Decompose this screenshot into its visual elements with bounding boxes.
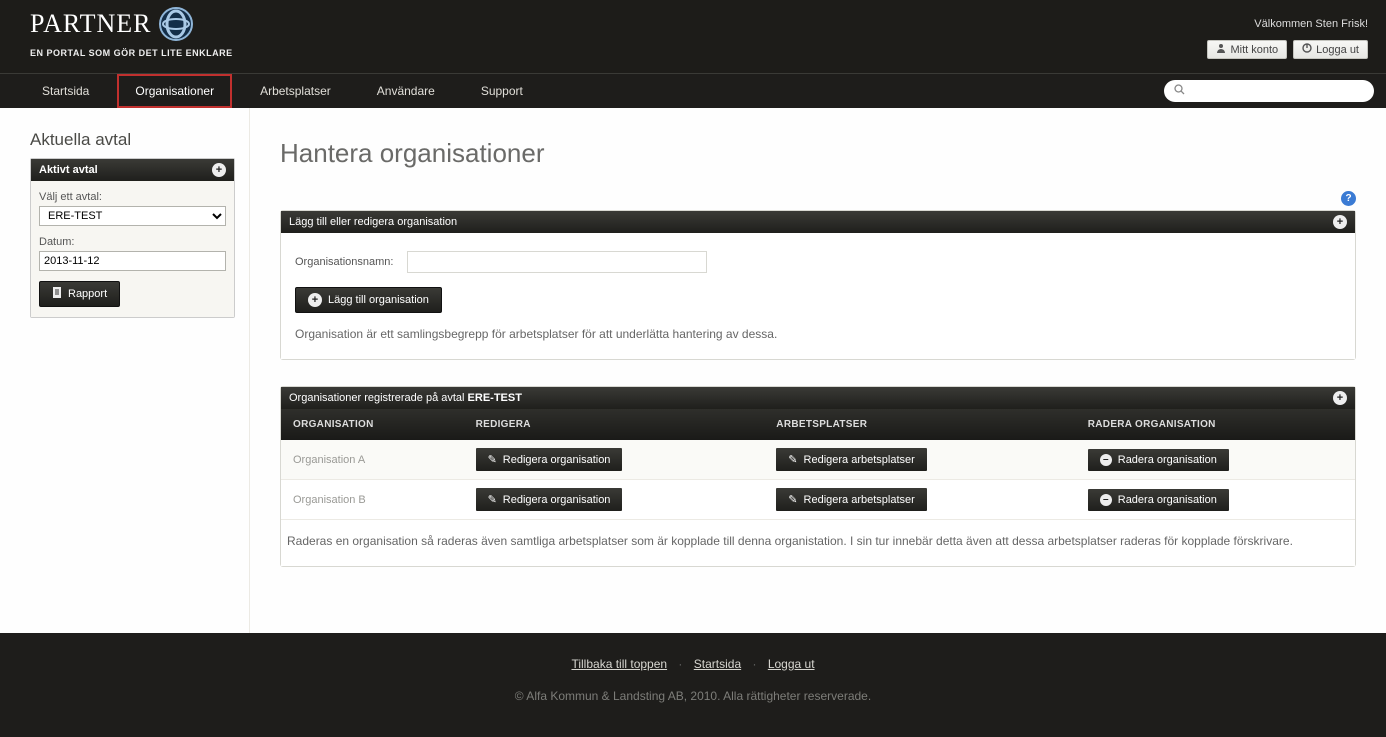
brand-subtitle: EN PORTAL SOM GÖR DET LITE ENKLARE xyxy=(30,48,233,58)
minus-icon: – xyxy=(1100,454,1112,466)
search-input[interactable] xyxy=(1191,85,1364,97)
report-button[interactable]: Rapport xyxy=(39,281,120,307)
page-title: Hantera organisationer xyxy=(280,138,1356,169)
minus-icon: – xyxy=(1100,494,1112,506)
logout-label: Logga ut xyxy=(1316,44,1359,56)
add-org-helper: Organisation är ett samlingsbegrepp för … xyxy=(295,327,1341,341)
nav-support[interactable]: Support xyxy=(463,74,541,108)
document-icon xyxy=(52,287,62,301)
brand-logo-icon xyxy=(158,6,194,42)
footer-backtotop[interactable]: Tillbaka till toppen xyxy=(571,657,667,671)
edit-workplaces-button[interactable]: ✎ Redigera arbetsplatser xyxy=(776,448,927,471)
add-org-panel: Lägg till eller redigera organisation + … xyxy=(280,210,1356,360)
welcome-text: Välkommen Sten Frisk! xyxy=(1254,18,1368,30)
app-header: PARTNER EN PORTAL SOM GÖR DET LITE ENKLA… xyxy=(0,0,1386,74)
nav-arbetsplatser[interactable]: Arbetsplatser xyxy=(242,74,349,108)
separator-dot: · xyxy=(678,657,682,671)
org-list-head-prefix: Organisationer registrerade på avtal xyxy=(289,392,468,404)
org-table: ORGANISATION REDIGERA ARBETSPLATSER RADE… xyxy=(281,409,1355,520)
delete-org-label: Radera organisation xyxy=(1118,494,1217,506)
edit-workplaces-button[interactable]: ✎ Redigera arbetsplatser xyxy=(776,488,927,511)
main-content: Hantera organisationer ? Lägg till eller… xyxy=(250,108,1386,633)
delete-org-label: Radera organisation xyxy=(1118,454,1217,466)
sidebar: Aktuella avtal Aktivt avtal + Välj ett a… xyxy=(0,108,250,633)
edit-workplaces-label: Redigera arbetsplatser xyxy=(804,454,915,466)
search-icon xyxy=(1174,84,1185,98)
my-account-button[interactable]: Mitt konto xyxy=(1207,40,1287,59)
footer-copyright: © Alfa Kommun & Landsting AB, 2010. Alla… xyxy=(0,689,1386,703)
edit-workplaces-label: Redigera arbetsplatser xyxy=(804,494,915,506)
add-org-label: Lägg till organisation xyxy=(328,294,429,306)
sidebar-title: Aktuella avtal xyxy=(30,130,235,150)
plus-icon[interactable]: + xyxy=(212,163,226,177)
power-icon xyxy=(1302,43,1312,56)
active-contract-panel: Aktivt avtal + Välj ett avtal: ERE-TEST … xyxy=(30,158,235,318)
plus-icon[interactable]: + xyxy=(1333,391,1347,405)
help-icon[interactable]: ? xyxy=(1341,191,1356,206)
org-list-head-contract: ERE-TEST xyxy=(468,392,522,404)
active-contract-head: Aktivt avtal xyxy=(39,164,98,176)
delete-org-button[interactable]: –Radera organisation xyxy=(1088,489,1229,511)
date-label: Datum: xyxy=(39,236,226,248)
delete-org-button[interactable]: –Radera organisation xyxy=(1088,449,1229,471)
org-name-cell: Organisation A xyxy=(281,440,464,480)
page-footer: Tillbaka till toppen · Startsida · Logga… xyxy=(0,633,1386,737)
nav-startsida[interactable]: Startsida xyxy=(24,74,107,108)
org-name-cell: Organisation B xyxy=(281,480,464,520)
col-delete: RADERA ORGANISATION xyxy=(1076,409,1355,440)
user-icon xyxy=(1216,43,1226,56)
table-row: Organisation A ✎ Redigera organisation ✎ Red… xyxy=(281,440,1355,480)
logout-button[interactable]: Logga ut xyxy=(1293,40,1368,59)
global-search[interactable] xyxy=(1164,80,1374,102)
nav-organisationer[interactable]: Organisationer xyxy=(117,74,232,108)
my-account-label: Mitt konto xyxy=(1230,44,1278,56)
contract-select[interactable]: ERE-TEST xyxy=(39,206,226,226)
org-list-panel: Organisationer registrerade på avtal ERE… xyxy=(280,386,1356,567)
main-nav: Startsida Organisationer Arbetsplatser A… xyxy=(0,74,1386,108)
brand-block: PARTNER EN PORTAL SOM GÖR DET LITE ENKLA… xyxy=(30,6,233,58)
brand-title: PARTNER xyxy=(30,9,152,39)
footer-logout[interactable]: Logga ut xyxy=(768,657,815,671)
col-organisation: ORGANISATION xyxy=(281,409,464,440)
table-row: Organisation B ✎ Redigera organisation ✎ Red… xyxy=(281,480,1355,520)
nav-anvandare[interactable]: Användare xyxy=(359,74,453,108)
org-name-input[interactable] xyxy=(407,251,707,273)
plus-icon: + xyxy=(308,293,322,307)
footer-startsida[interactable]: Startsida xyxy=(694,657,741,671)
pencil-icon: ✎ xyxy=(488,453,497,466)
edit-org-button[interactable]: ✎ Redigera organisation xyxy=(476,448,623,471)
edit-org-label: Redigera organisation xyxy=(503,454,611,466)
pencil-icon: ✎ xyxy=(788,493,797,506)
edit-org-button[interactable]: ✎ Redigera organisation xyxy=(476,488,623,511)
org-table-footnote: Raderas en organisation så raderas även … xyxy=(281,520,1355,554)
org-list-head: Organisationer registrerade på avtal ERE… xyxy=(289,392,522,404)
pencil-icon: ✎ xyxy=(788,453,797,466)
report-label: Rapport xyxy=(68,288,107,300)
plus-icon[interactable]: + xyxy=(1333,215,1347,229)
edit-org-label: Redigera organisation xyxy=(503,494,611,506)
org-name-label: Organisationsnamn: xyxy=(295,256,393,268)
date-input[interactable] xyxy=(39,251,226,271)
add-org-button[interactable]: + Lägg till organisation xyxy=(295,287,442,313)
choose-contract-label: Välj ett avtal: xyxy=(39,191,226,203)
col-edit: REDIGERA xyxy=(464,409,765,440)
separator-dot: · xyxy=(752,657,756,671)
add-org-head: Lägg till eller redigera organisation xyxy=(289,216,457,228)
col-workplaces: ARBETSPLATSER xyxy=(764,409,1075,440)
pencil-icon: ✎ xyxy=(488,493,497,506)
